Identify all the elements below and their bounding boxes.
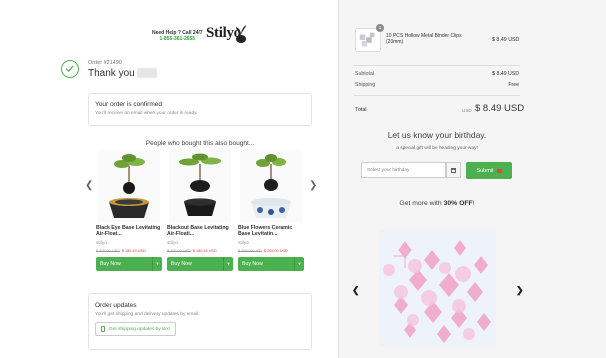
product-name[interactable]: Black Eye Base Levitating Air-Float... bbox=[96, 225, 162, 238]
promo-highlight: 30% OFF bbox=[443, 200, 473, 207]
thank-you-heading: Thank you bbox=[88, 68, 157, 79]
old-price: $ 209.00 USD bbox=[96, 248, 120, 253]
product-price: $ 209.00 USD $ 180.49 USD bbox=[96, 249, 162, 253]
shipping-updates-button[interactable]: Get shipping updates by text bbox=[95, 322, 176, 336]
total-value: $ 8.49 USD bbox=[475, 103, 525, 114]
buy-now-label: Buy Now bbox=[242, 260, 263, 267]
buy-now-button[interactable]: Buy Now ▼ bbox=[167, 256, 233, 271]
buy-now-label: Buy Now bbox=[171, 260, 192, 267]
upsell-product-2[interactable]: Blackout Base Levitating Air-Floati... s… bbox=[167, 150, 233, 271]
subtotal-value: $ 8.49 USD bbox=[492, 71, 519, 77]
quantity-badge: 1 bbox=[376, 24, 384, 32]
buy-dropdown-icon[interactable]: ▼ bbox=[294, 256, 304, 271]
cart-item-price: $ 8.49 USD bbox=[492, 37, 520, 43]
promo-text-post: ! bbox=[472, 200, 475, 207]
calendar-icon[interactable] bbox=[446, 162, 461, 178]
promo-product-image[interactable] bbox=[379, 230, 496, 346]
plant-logo-icon bbox=[236, 25, 246, 43]
product-name[interactable]: Blue Flowers Ceramic Base Levitatin... bbox=[238, 225, 304, 238]
upsell-title: People who bought this also bought... bbox=[145, 140, 255, 147]
birthday-title: Let us know your birthday. bbox=[387, 130, 487, 140]
product-brand: stilyo bbox=[167, 240, 178, 246]
confirmed-subtitle: You'll receive an email when your order … bbox=[95, 111, 198, 116]
order-check-icon bbox=[61, 60, 79, 78]
buy-now-button[interactable]: Buy Now ▼ bbox=[96, 256, 162, 271]
help-phone[interactable]: 1-855-361-2655 bbox=[152, 36, 203, 42]
help-line: Need Help ? Call 24/7 1-855-361-2655 bbox=[152, 30, 203, 42]
shipping-updates-label: Get shipping updates by text bbox=[109, 326, 170, 332]
phone-icon bbox=[101, 326, 105, 332]
submit-label: Submit bbox=[476, 167, 494, 174]
upsell-product-1[interactable]: Black Eye Base Levitating Air-Float... s… bbox=[96, 150, 162, 271]
carousel-next-icon[interactable]: ❯ bbox=[309, 180, 317, 191]
customer-name-redacted bbox=[136, 68, 157, 79]
promo-text-pre: Get more with bbox=[399, 200, 442, 207]
buy-now-label: Buy Now bbox=[100, 260, 121, 267]
buy-dropdown-icon[interactable]: ▼ bbox=[152, 256, 162, 271]
buy-dropdown-icon[interactable]: ▼ bbox=[223, 256, 233, 271]
total-currency: USD bbox=[462, 108, 472, 113]
birthday-input[interactable]: Select your birthday bbox=[361, 162, 446, 178]
carousel-prev-icon[interactable]: ❮ bbox=[85, 180, 93, 191]
old-price: $ 209.00 USD bbox=[238, 248, 262, 253]
confirmed-title: Your order is confirmed bbox=[95, 101, 162, 108]
promo-text: Get more with 30% OFF! bbox=[338, 200, 536, 207]
buy-now-button[interactable]: Buy Now ▼ bbox=[238, 256, 304, 271]
upsell-product-3[interactable]: Blue Flowers Ceramic Base Levitatin... s… bbox=[238, 150, 304, 271]
subtotal-label: Subtotal bbox=[355, 71, 375, 77]
product-image[interactable] bbox=[238, 150, 304, 222]
divider bbox=[354, 95, 520, 96]
product-brand: stilyo bbox=[238, 240, 249, 246]
cart-item-thumbnail bbox=[355, 28, 381, 52]
shipping-value: Free bbox=[508, 82, 519, 88]
product-brand: stilyo bbox=[96, 240, 107, 246]
cart-item-name: 10 PCS Hollow Metal Binder Clips (20mm) bbox=[386, 33, 462, 46]
product-image[interactable] bbox=[167, 150, 233, 222]
birthday-subtitle: a special gift will be heading your way! bbox=[396, 146, 478, 151]
old-price: $ 209.00 USD bbox=[167, 248, 191, 253]
promo-prev-icon[interactable]: ❮ bbox=[352, 285, 360, 296]
thank-you-text: Thank you bbox=[88, 68, 135, 79]
sale-price: $ 180.49 USD bbox=[121, 248, 146, 253]
gift-icon bbox=[496, 168, 502, 173]
updates-subtitle: You'll get shipping and delivery updates… bbox=[95, 312, 200, 317]
order-number: Order #21490 bbox=[88, 60, 122, 66]
total-label: Total bbox=[355, 107, 367, 113]
order-updates-card: Order updates You'll get shipping and de… bbox=[88, 293, 312, 350]
sale-price: $ 180.49 USD bbox=[192, 248, 217, 253]
product-name[interactable]: Blackout Base Levitating Air-Floati... bbox=[167, 225, 233, 238]
sale-price: $ 209.00 USD bbox=[263, 248, 288, 253]
product-price: $ 209.00 USD $ 209.00 USD bbox=[238, 249, 304, 253]
divider bbox=[354, 65, 520, 66]
shipping-label: Shipping bbox=[355, 82, 376, 88]
product-price: $ 209.00 USD $ 180.49 USD bbox=[167, 249, 233, 253]
promo-next-icon[interactable]: ❯ bbox=[516, 285, 524, 296]
birthday-submit-button[interactable]: Submit bbox=[466, 162, 512, 179]
updates-title: Order updates bbox=[95, 302, 137, 309]
order-confirmed-card: Your order is confirmed You'll receive a… bbox=[88, 93, 312, 126]
product-image[interactable] bbox=[96, 150, 162, 222]
